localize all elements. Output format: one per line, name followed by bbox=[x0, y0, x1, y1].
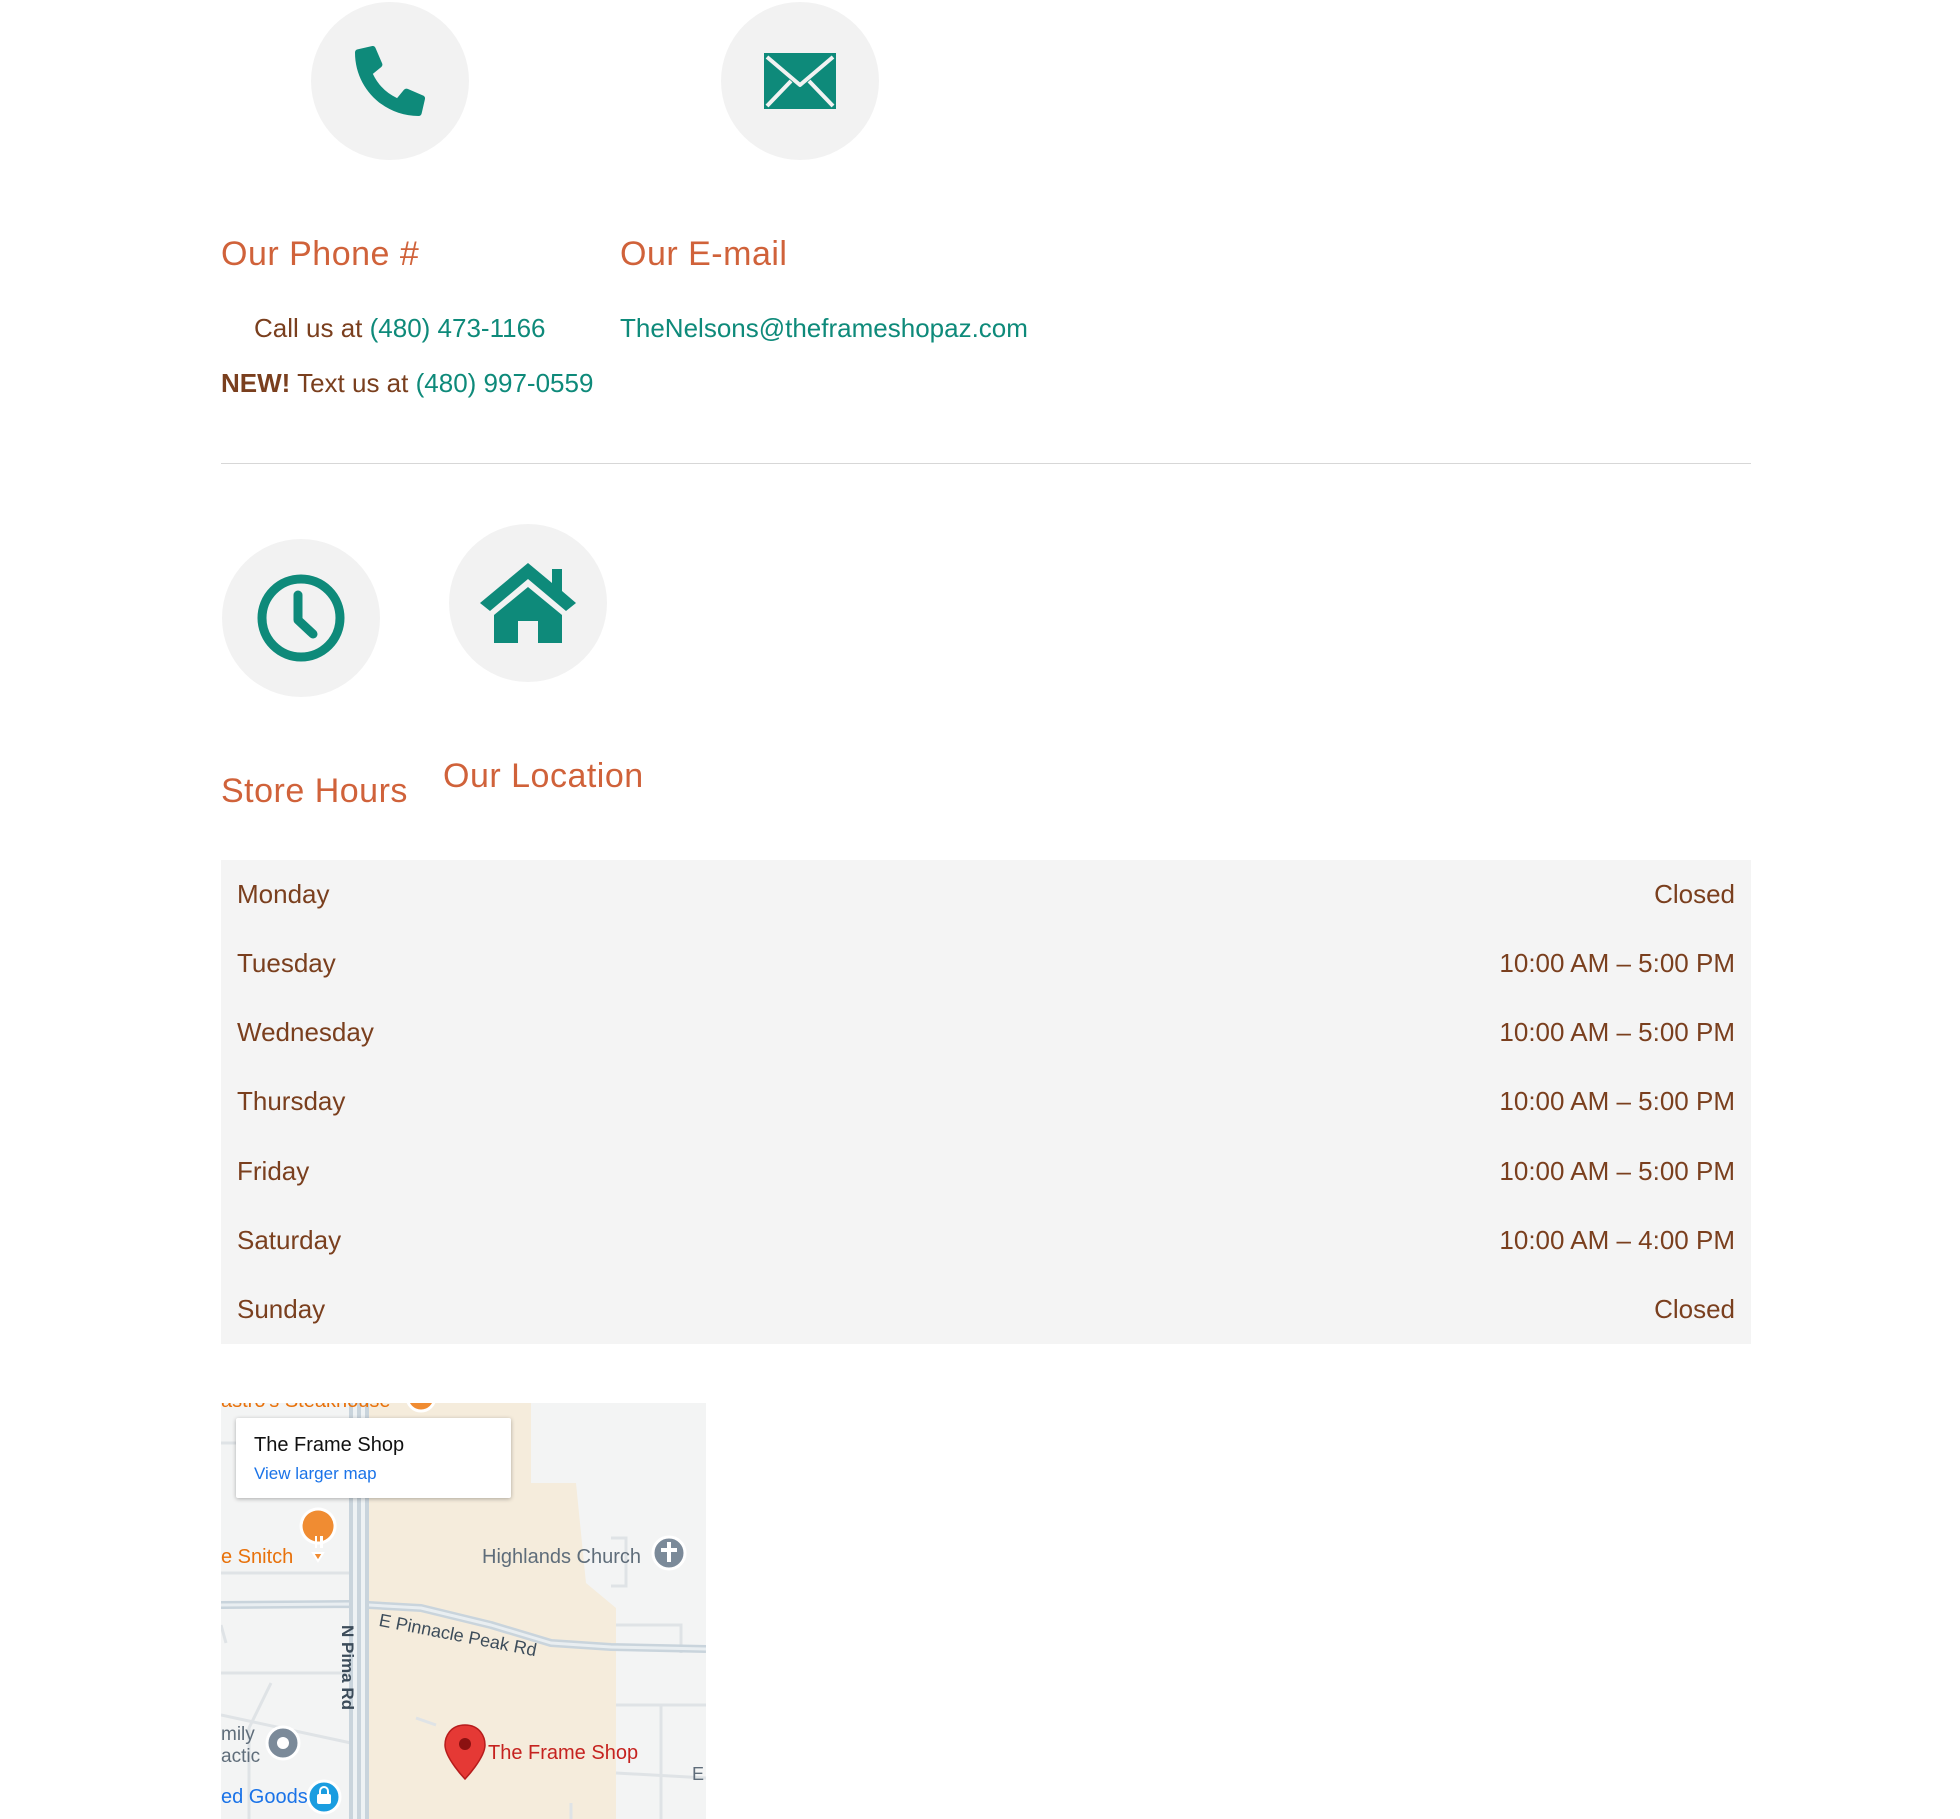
day-cell: Monday bbox=[237, 879, 330, 910]
section-divider bbox=[221, 463, 1751, 464]
map-embed[interactable]: astro's Steakhouse e Snitch Highlands Ch… bbox=[221, 1403, 706, 1819]
clock-icon bbox=[257, 574, 345, 662]
table-row: Tuesday 10:00 AM – 5:00 PM bbox=[221, 929, 1751, 998]
home-icon bbox=[480, 563, 576, 643]
time-cell: 10:00 AM – 5:00 PM bbox=[1499, 948, 1735, 979]
time-cell: 10:00 AM – 5:00 PM bbox=[1499, 1017, 1735, 1048]
time-cell: 10:00 AM – 5:00 PM bbox=[1499, 1155, 1735, 1186]
hours-heading: Store Hours bbox=[221, 772, 408, 810]
restaurant-pin-icon bbox=[299, 1507, 337, 1545]
map-label-family-1: mily bbox=[221, 1724, 255, 1745]
map-label-pima-road: N Pima Rd bbox=[338, 1625, 357, 1711]
table-row: Sunday Closed bbox=[221, 1275, 1751, 1344]
time-cell: 10:00 AM – 4:00 PM bbox=[1499, 1224, 1735, 1255]
call-prefix: Call us at bbox=[254, 313, 363, 343]
map-street bbox=[221, 1624, 228, 1644]
day-cell: Saturday bbox=[237, 1224, 342, 1255]
map-label-pin[interactable]: The Frame Shop bbox=[488, 1743, 638, 1763]
map-label-church: Highlands Church bbox=[482, 1546, 641, 1568]
table-row: Friday 10:00 AM – 5:00 PM bbox=[221, 1137, 1751, 1206]
text-prefix: Text us at bbox=[297, 368, 409, 398]
text-number-link[interactable]: (480) 997-0559 bbox=[416, 368, 594, 398]
email-link[interactable]: TheNelsons@theframeshopaz.com bbox=[620, 313, 1028, 343]
map-label-goods: ed Goods bbox=[221, 1786, 308, 1808]
home-icon-circle bbox=[449, 524, 607, 682]
email-heading: Our E-mail bbox=[620, 235, 788, 273]
hours-table: Monday Closed Tuesday 10:00 AM – 5:00 PM… bbox=[221, 860, 1751, 1344]
new-badge: NEW! bbox=[221, 368, 291, 398]
table-row: Monday Closed bbox=[221, 860, 1751, 929]
day-cell: Wednesday bbox=[237, 1017, 374, 1048]
map-label-snitch: e Snitch bbox=[221, 1546, 294, 1568]
day-cell: Friday bbox=[237, 1155, 310, 1186]
table-row: Saturday 10:00 AM – 4:00 PM bbox=[221, 1206, 1751, 1275]
phone-icon bbox=[355, 46, 425, 116]
table-row: Wednesday 10:00 AM – 5:00 PM bbox=[221, 998, 1751, 1067]
time-cell: Closed bbox=[1654, 1293, 1735, 1324]
day-cell: Tuesday bbox=[237, 948, 336, 979]
text-line: NEW! Text us at (480) 997-0559 bbox=[221, 370, 593, 396]
email-line: TheNelsons@theframeshopaz.com bbox=[620, 315, 1028, 341]
phone-icon-circle bbox=[311, 2, 469, 160]
map-label-edge: E bbox=[692, 1764, 705, 1784]
time-cell: Closed bbox=[1654, 879, 1735, 910]
day-cell: Thursday bbox=[237, 1086, 346, 1117]
envelope-icon bbox=[764, 53, 836, 109]
call-number-link[interactable]: (480) 473-1166 bbox=[370, 313, 546, 343]
phone-heading: Our Phone # bbox=[221, 235, 420, 273]
email-icon-circle bbox=[721, 2, 879, 160]
table-row: Thursday 10:00 AM – 5:00 PM bbox=[221, 1067, 1751, 1136]
view-larger-map-link[interactable]: View larger map bbox=[254, 1464, 377, 1484]
time-cell: 10:00 AM – 5:00 PM bbox=[1499, 1086, 1735, 1117]
map-label-family-2: actic bbox=[221, 1746, 261, 1767]
map-card-title: The Frame Shop bbox=[254, 1434, 405, 1456]
clock-icon-circle bbox=[222, 539, 380, 697]
map-info-card: The Frame Shop View larger map bbox=[236, 1418, 511, 1498]
location-heading: Our Location bbox=[443, 757, 644, 795]
day-cell: Sunday bbox=[237, 1293, 326, 1324]
map-label-steakhouse: astro's Steakhouse bbox=[221, 1403, 390, 1411]
call-line: Call us at (480) 473-1166 bbox=[254, 315, 546, 341]
